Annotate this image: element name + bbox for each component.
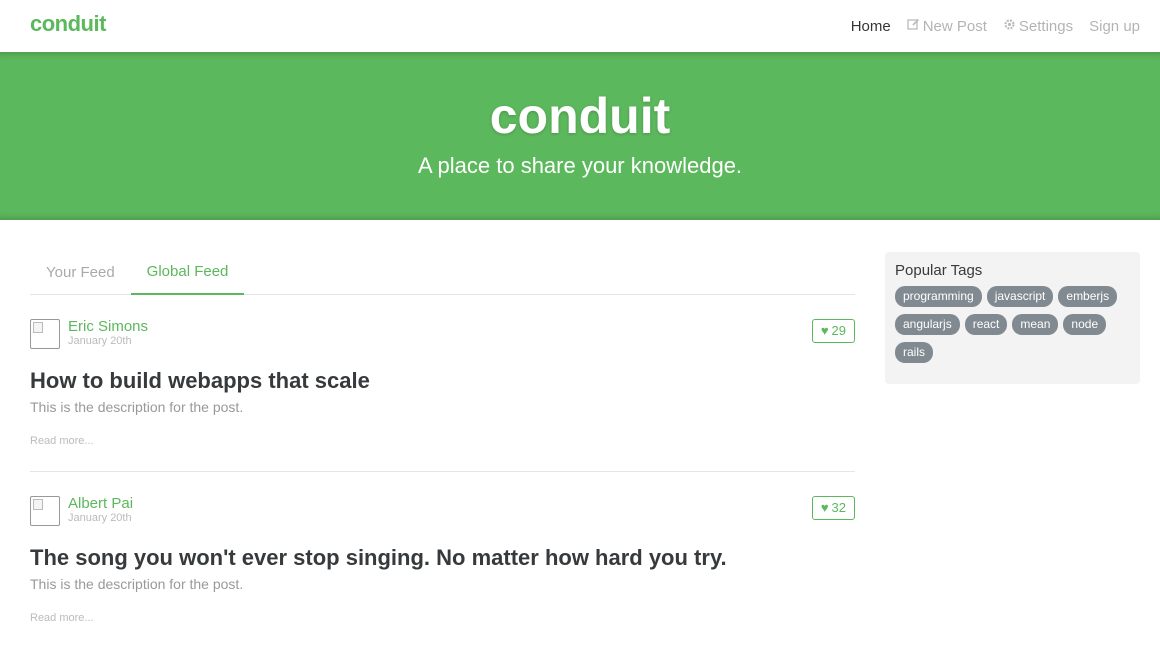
tag-pill[interactable]: javascript: [986, 286, 1054, 307]
tab-your-feed[interactable]: Your Feed: [30, 252, 131, 294]
article-date: January 20th: [68, 335, 132, 347]
gear-icon: [1003, 18, 1016, 34]
nav-sign-up-label: Sign up: [1089, 17, 1140, 35]
article-preview: Albert Pai January 20th ♥ 32 The song yo…: [30, 472, 855, 648]
heart-icon: ♥: [820, 500, 829, 515]
article-meta: Eric Simons January 20th: [30, 319, 855, 351]
favorite-count: 29: [831, 323, 846, 338]
article-meta: Albert Pai January 20th: [30, 496, 855, 528]
author-info: Albert Pai January 20th: [68, 496, 133, 525]
nav-settings-label: Settings: [1018, 17, 1074, 35]
nav-sign-up[interactable]: Sign up: [1089, 18, 1140, 35]
article-description: This is the description for the post.: [30, 399, 244, 415]
nav-settings[interactable]: Settings: [1003, 18, 1073, 35]
favorite-button[interactable]: ♥ 32: [811, 496, 855, 520]
article-title[interactable]: How to build webapps that scale: [30, 367, 855, 395]
navbar: conduit Home New Post Settings Sign up: [0, 0, 1160, 52]
nav-home[interactable]: Home: [851, 18, 891, 35]
tag-pill[interactable]: mean: [1012, 314, 1059, 335]
banner-subtitle: A place to share your knowledge.: [417, 153, 743, 178]
avatar[interactable]: [30, 319, 60, 349]
tag-pill[interactable]: programming: [895, 286, 982, 307]
compose-icon: [907, 18, 920, 34]
tab-global-feed[interactable]: Global Feed: [130, 252, 245, 295]
author-info: Eric Simons January 20th: [68, 319, 148, 348]
read-more-link[interactable]: Read more...: [30, 435, 855, 447]
hero-banner: conduit A place to share your knowledge.: [0, 52, 1160, 220]
article-preview: Eric Simons January 20th ♥ 29 How to bui…: [30, 295, 855, 472]
tag-pill[interactable]: rails: [895, 342, 934, 363]
article-date: January 20th: [68, 512, 132, 524]
banner-title: conduit: [489, 88, 671, 144]
sidebar-title: Popular Tags: [895, 262, 983, 279]
article-title[interactable]: The song you won't ever stop singing. No…: [30, 544, 855, 572]
nav-new-post-label: New Post: [922, 17, 987, 35]
feed-column: Your Feed Global Feed Eric Simons Januar…: [30, 252, 855, 648]
favorite-count: 32: [831, 500, 846, 515]
tag-pill[interactable]: react: [964, 314, 1008, 335]
nav-menu: Home New Post Settings Sign up: [835, 0, 1140, 52]
favorite-button[interactable]: ♥ 29: [811, 319, 855, 343]
avatar[interactable]: [30, 496, 60, 526]
article-description: This is the description for the post.: [30, 576, 244, 592]
brand-logo[interactable]: conduit: [30, 11, 106, 37]
heart-icon: ♥: [820, 323, 829, 338]
tag-pill[interactable]: node: [1063, 314, 1107, 335]
author-name[interactable]: Eric Simons: [68, 319, 148, 335]
nav-new-post[interactable]: New Post: [907, 18, 987, 35]
nav-home-label: Home: [850, 17, 891, 35]
tag-list: programming javascript emberjs angularjs…: [895, 286, 1130, 370]
read-more-link[interactable]: Read more...: [30, 612, 855, 624]
author-name[interactable]: Albert Pai: [68, 496, 133, 512]
feed-tabs: Your Feed Global Feed: [30, 252, 855, 295]
tag-pill[interactable]: emberjs: [1058, 286, 1118, 307]
tag-pill[interactable]: angularjs: [895, 314, 960, 335]
popular-tags-sidebar: Popular Tags programming javascript embe…: [885, 252, 1140, 384]
